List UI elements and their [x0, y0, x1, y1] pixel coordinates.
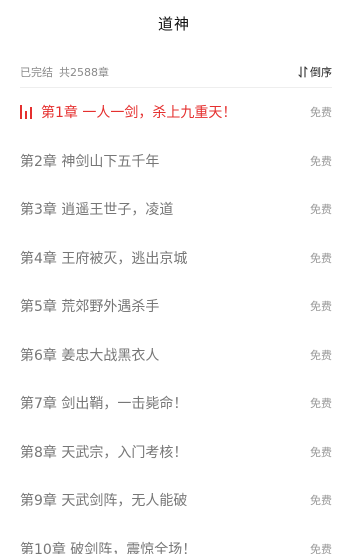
free-badge: 免费 [310, 542, 332, 554]
book-meta-row: 已完结 共2588章 倒序 [20, 62, 332, 82]
chapter-row-4[interactable]: 第4章 王府被灭，逃出京城 免费 [0, 234, 348, 283]
chapter-row-6[interactable]: 第6章 姜忠大战黑衣人 免费 [0, 331, 348, 380]
chapter-title: 第2章 神剑山下五千年 [20, 153, 160, 170]
chapter-title: 第8章 天武宗，入门考核！ [20, 444, 188, 461]
free-badge: 免费 [310, 154, 332, 168]
chapter-title: 第3章 逍遥王世子，凌道 [20, 202, 174, 219]
free-badge: 免费 [310, 106, 332, 120]
free-badge: 免费 [310, 397, 332, 411]
book-title: 道神 [157, 14, 190, 33]
chapter-count: 共2588章 [59, 66, 109, 79]
chapter-row-1[interactable]: 第1章 一人一剑，杀上九重天！ 免费 [0, 88, 348, 137]
free-badge: 免费 [310, 251, 332, 265]
free-badge: 免费 [310, 348, 332, 362]
chapter-title: 第4章 王府被灭，逃出京城 [20, 250, 188, 267]
chapter-title: 第1章 一人一剑，杀上九重天！ [41, 105, 237, 122]
chapter-row-7[interactable]: 第7章 剑出鞘，一击毙命！ 免费 [0, 379, 348, 428]
sort-toggle-icon [298, 66, 308, 78]
free-badge: 免费 [310, 494, 332, 508]
chapter-title: 第9章 天武剑阵，无人能破 [20, 493, 188, 510]
free-badge: 免费 [310, 300, 332, 314]
chapter-row-3[interactable]: 第3章 逍遥王世子，凌道 免费 [0, 185, 348, 234]
free-badge: 免费 [310, 445, 332, 459]
sort-toggle-button[interactable]: 倒序 [298, 64, 332, 80]
chapter-row-2[interactable]: 第2章 神剑山下五千年 免费 [0, 137, 348, 186]
playing-indicator-icon [20, 105, 32, 120]
chapter-title: 第7章 剑出鞘，一击毙命！ [20, 396, 188, 413]
chapter-row-10[interactable]: 第10章 破剑阵，震惊全场！ 免费 [0, 525, 348, 554]
chapter-row-9[interactable]: 第9章 天武剑阵，无人能破 免费 [0, 476, 348, 525]
chapter-title: 第10章 破剑阵，震惊全场！ [20, 541, 197, 554]
chapter-list-screen: 道神 已完结 共2588章 倒序 第1章 一人一剑，杀上九重天！ 免费 第2章 … [0, 0, 348, 554]
chapter-row-5[interactable]: 第5章 荒郊野外遇杀手 免费 [0, 282, 348, 331]
chapter-row-8[interactable]: 第8章 天武宗，入门考核！ 免费 [0, 428, 348, 477]
chapter-title: 第6章 姜忠大战黑衣人 [20, 347, 160, 364]
chapter-title: 第5章 荒郊野外遇杀手 [20, 299, 160, 316]
chapter-list: 第1章 一人一剑，杀上九重天！ 免费 第2章 神剑山下五千年 免费 第3章 逍遥… [0, 88, 348, 554]
title-bar: 道神 [0, 0, 348, 46]
book-meta-info: 已完结 共2588章 [20, 64, 109, 80]
sort-toggle-label: 倒序 [310, 66, 332, 79]
free-badge: 免费 [310, 203, 332, 217]
completion-status: 已完结 [20, 66, 53, 79]
